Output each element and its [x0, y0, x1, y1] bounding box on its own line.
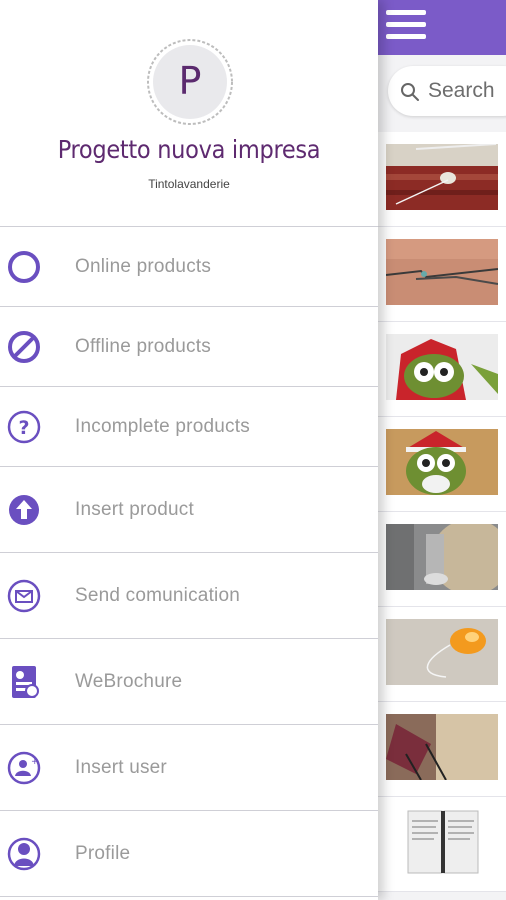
product-row[interactable]: [378, 227, 506, 322]
product-row[interactable]: [378, 702, 506, 797]
menu-item-offline-products[interactable]: Offline products: [0, 307, 378, 387]
product-list: [378, 132, 506, 892]
svg-text:+: +: [31, 757, 39, 767]
menu-item-label: Online products: [75, 255, 212, 277]
company-name: Progetto nuova impresa: [57, 135, 321, 164]
lamp-photo: [386, 524, 498, 590]
block-icon: [6, 329, 42, 365]
search-bar[interactable]: [388, 66, 506, 116]
avatar-letter: P: [178, 59, 202, 103]
product-row[interactable]: [378, 322, 506, 417]
menu-item-label: WeBrochure: [75, 670, 183, 692]
chair-photo: [386, 714, 498, 780]
document-photo: [386, 809, 498, 875]
navigation-drawer: P Progetto nuova impresa Tintolavanderie…: [0, 0, 378, 900]
product-row[interactable]: [378, 132, 506, 227]
question-icon: ?: [6, 409, 42, 445]
menu-item-send-comunication[interactable]: Send comunication: [0, 553, 378, 639]
avatar[interactable]: P: [146, 38, 234, 126]
carpet-photo: [386, 144, 498, 210]
menu-item-label: Send comunication: [75, 584, 241, 606]
menu-item-label: Insert product: [75, 498, 194, 520]
menu-item-label: Insert user: [75, 756, 167, 778]
drawer-header: P Progetto nuova impresa Tintolavanderie: [0, 0, 378, 226]
app-toolbar: [378, 0, 506, 55]
add-user-icon: +: [6, 750, 42, 786]
drawer-menu: Online products Offline products ? Incom…: [0, 226, 378, 897]
menu-item-incomplete-products[interactable]: ? Incomplete products: [0, 387, 378, 467]
product-row[interactable]: [378, 607, 506, 702]
orange-object-photo: [386, 619, 498, 685]
menu-item-profile[interactable]: Profile: [0, 811, 378, 897]
product-row[interactable]: [378, 797, 506, 892]
mail-icon: [6, 578, 42, 614]
search-input[interactable]: [428, 76, 506, 106]
menu-item-insert-product[interactable]: Insert product: [0, 467, 378, 553]
hamburger-icon[interactable]: [386, 10, 426, 44]
search-icon: [401, 83, 419, 101]
product-row[interactable]: [378, 417, 506, 512]
owl-decoration-photo: [386, 334, 498, 400]
menu-item-label: Incomplete products: [75, 415, 250, 437]
product-row[interactable]: [378, 512, 506, 607]
glasses-photo: [386, 239, 498, 305]
circle-outline-icon: [6, 249, 42, 285]
menu-item-webrochure[interactable]: WeBrochure: [0, 639, 378, 725]
brochure-icon: [6, 664, 42, 700]
company-subtitle: Tintolavanderie: [148, 177, 230, 191]
menu-item-label: Profile: [75, 842, 131, 864]
owl-decoration-photo: [386, 429, 498, 495]
menu-item-label: Offline products: [75, 335, 211, 357]
profile-icon: [6, 836, 42, 872]
upload-arrow-icon: [6, 492, 42, 528]
menu-item-insert-user[interactable]: + Insert user: [0, 725, 378, 811]
svg-text:?: ?: [18, 417, 29, 439]
menu-item-online-products[interactable]: Online products: [0, 227, 378, 307]
